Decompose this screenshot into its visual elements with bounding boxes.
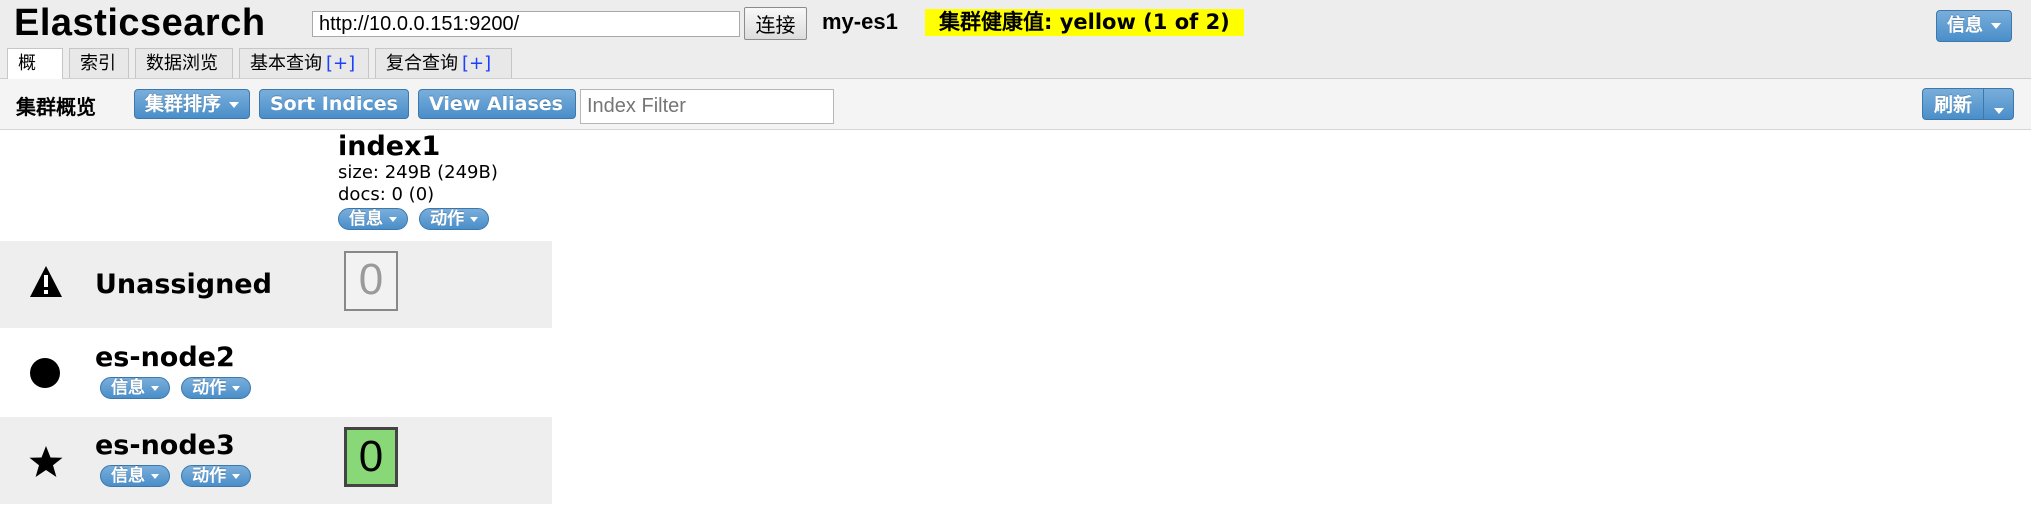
shard-primary[interactable]: 0 — [344, 427, 398, 487]
info-menu-label: 信息 — [1947, 15, 1983, 36]
cluster-sort-button[interactable]: 集群排序 — [134, 89, 250, 119]
view-aliases-button[interactable]: View Aliases — [418, 89, 576, 136]
node-action-button[interactable]: 动作 — [181, 465, 252, 487]
index-info-button[interactable]: 信息 — [338, 208, 408, 230]
star-icon — [28, 444, 64, 489]
chevron-down-icon — [151, 473, 159, 479]
app-header: Elasticsearch 连接 my-es1 集群健康值: yellow (1… — [0, 0, 2031, 104]
cluster-url-input[interactable] — [312, 11, 740, 37]
tab-basic-query[interactable]: 基本查询 [+] — [239, 48, 369, 78]
node-name: es-node2 — [95, 342, 235, 373]
chevron-down-icon — [389, 216, 397, 222]
node-info-button[interactable]: 信息 — [100, 377, 170, 399]
tab-label: 基本查询 — [250, 53, 322, 74]
chevron-down-icon — [151, 385, 159, 391]
index-filter-input[interactable] — [580, 89, 834, 124]
chevron-down-icon — [232, 385, 241, 391]
index-size: size: 249B (249B) — [338, 162, 498, 183]
node-name: es-node3 — [95, 430, 235, 461]
pill-label: 动作 — [192, 378, 227, 398]
tab-label: 索引 — [80, 53, 116, 74]
warning-icon — [28, 264, 64, 309]
cluster-health-badge: 集群健康值: yellow (1 of 2) — [925, 9, 1244, 36]
node-actions: 信息 动作 — [100, 465, 257, 487]
cluster-sort-label: 集群排序 — [145, 93, 222, 115]
chevron-down-icon — [470, 216, 479, 222]
index-name: index1 — [338, 131, 441, 162]
circle-icon — [28, 356, 62, 399]
chevron-down-icon — [278, 129, 288, 136]
tab-label: 复合查询 — [386, 53, 458, 74]
refresh-control: 刷新 — [1922, 88, 2014, 120]
index-action-button[interactable]: 动作 — [419, 208, 490, 230]
index-docs: docs: 0 (0) — [338, 184, 435, 205]
cluster-name: my-es1 — [822, 9, 898, 34]
toolbar-title: 集群概览 — [16, 95, 96, 119]
refresh-button[interactable]: 刷新 — [1922, 88, 1984, 120]
node-action-button[interactable]: 动作 — [181, 377, 252, 399]
pill-label: 信息 — [111, 466, 145, 486]
sort-indices-button[interactable]: Sort Indices — [259, 89, 409, 136]
node-info-button[interactable]: 信息 — [100, 465, 170, 487]
sort-indices-label: Sort Indices — [270, 93, 398, 115]
tab-compound-query[interactable]: 复合查询 [+] — [375, 48, 512, 78]
node-name: Unassigned — [95, 269, 272, 300]
shard-unassigned[interactable]: 0 — [344, 251, 398, 311]
connect-button[interactable]: 连接 — [744, 7, 807, 40]
chevron-down-icon — [229, 101, 240, 108]
chevron-down-icon — [1991, 23, 2001, 29]
tab-add-link[interactable]: [+] — [462, 53, 491, 74]
pill-label: 动作 — [192, 466, 227, 486]
info-menu-button[interactable]: 信息 — [1936, 10, 2012, 42]
node-row-unassigned: Unassigned 0 — [0, 241, 552, 328]
node-actions: 信息 动作 — [100, 377, 257, 399]
index-header: index1 size: 249B (249B) docs: 0 (0) 信息 … — [338, 132, 498, 230]
view-aliases-label: View Aliases — [429, 93, 563, 115]
refresh-options-button[interactable] — [1983, 88, 2014, 120]
node-row-es-node2: es-node2 信息 动作 — [0, 328, 552, 415]
chevron-down-icon — [232, 473, 241, 479]
tab-label: 数据浏览 — [146, 53, 218, 74]
chevron-down-icon — [1993, 107, 2004, 114]
pill-label: 动作 — [430, 209, 465, 229]
tab-overview[interactable]: 概览 — [7, 48, 63, 104]
pill-label: 信息 — [111, 378, 145, 398]
node-row-es-node3: es-node3 信息 动作 0 — [0, 417, 552, 504]
pill-label: 信息 — [349, 209, 383, 229]
tab-indices[interactable]: 索引 — [69, 48, 129, 78]
app-title: Elasticsearch — [14, 2, 266, 44]
overview-toolbar: 集群概览 集群排序 Sort Indices View Aliases 刷新 — [0, 79, 2031, 136]
tab-data-browse[interactable]: 数据浏览 — [135, 48, 233, 78]
tab-add-link[interactable]: [+] — [326, 53, 355, 74]
